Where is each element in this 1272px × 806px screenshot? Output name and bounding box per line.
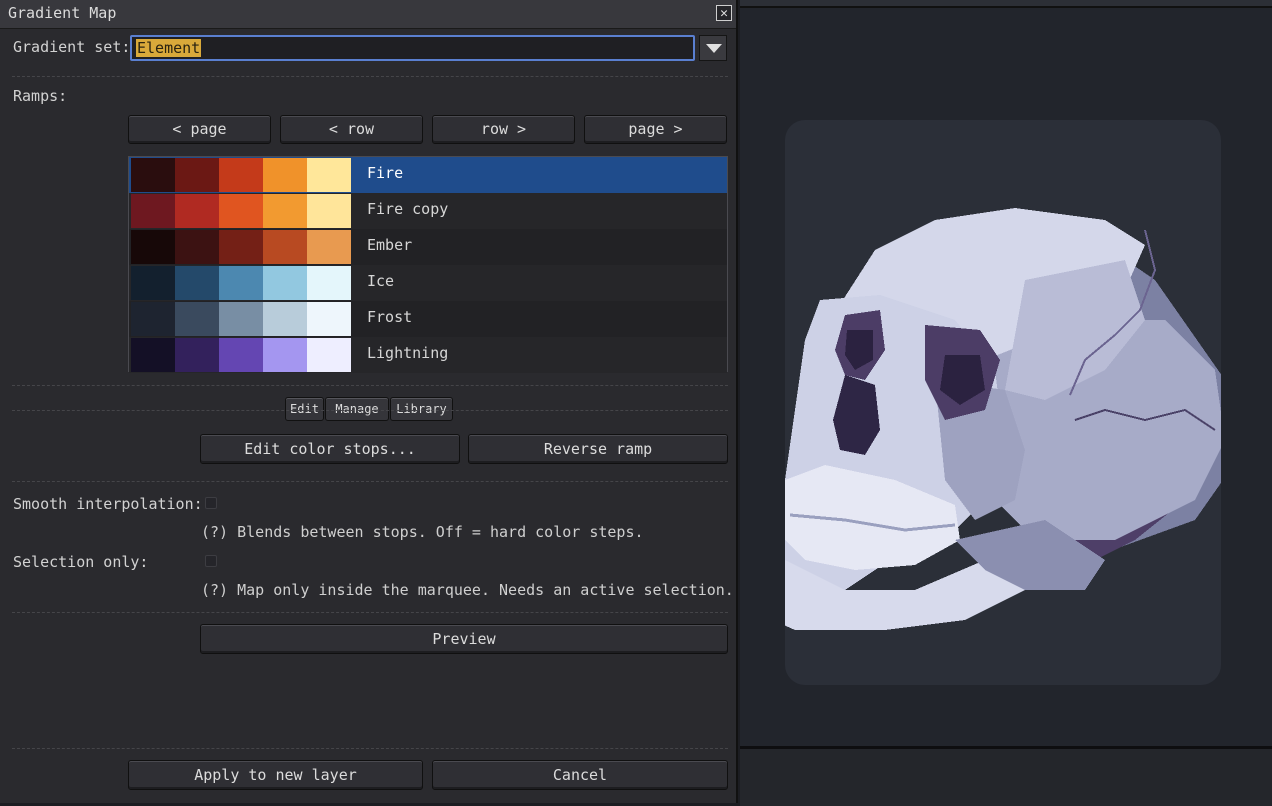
prev-page-button[interactable]: < page — [128, 115, 271, 144]
divider — [12, 76, 728, 77]
gradient-set-value: Element — [136, 39, 202, 57]
skull-artwork — [750, 208, 1225, 630]
gradient-map-dialog: Gradient Map ✕ Gradient set: Element Ram… — [0, 0, 738, 803]
dialog-title: Gradient Map — [8, 4, 117, 22]
ramp-name: Fire — [367, 164, 404, 182]
ramp-swatch — [307, 230, 351, 264]
ramp-swatch — [175, 266, 219, 300]
close-icon[interactable]: ✕ — [716, 5, 732, 21]
gradient-set-dropdown-button[interactable] — [699, 35, 727, 61]
ramp-swatch — [131, 302, 175, 336]
divider — [12, 385, 728, 386]
ramp-swatch — [307, 194, 351, 228]
cancel-button[interactable]: Cancel — [432, 760, 728, 790]
tab-edit[interactable]: Edit — [285, 397, 324, 421]
ramp-row[interactable]: Fire — [129, 157, 727, 193]
ramp-swatch — [175, 302, 219, 336]
ramp-swatch — [263, 230, 307, 264]
ramp-swatch — [175, 194, 219, 228]
ramps-list: Fire Fire copy Ember Ice Frost Lightning — [128, 156, 728, 373]
ramp-swatch — [219, 194, 263, 228]
ramp-name: Ember — [367, 236, 413, 254]
selection-only-help: (?) Map only inside the marquee. Needs a… — [201, 581, 734, 599]
ramp-swatch — [219, 158, 263, 192]
canvas-top-edge — [740, 0, 1272, 8]
artwork-frame — [750, 120, 1225, 685]
ramp-name: Frost — [367, 308, 413, 326]
ramp-swatch — [219, 230, 263, 264]
next-row-button[interactable]: row > — [432, 115, 575, 144]
ramp-swatch — [307, 266, 351, 300]
ramp-row[interactable]: Fire copy — [129, 193, 727, 229]
ramp-swatch — [219, 266, 263, 300]
prev-row-button[interactable]: < row — [280, 115, 423, 144]
gradient-set-input[interactable]: Element — [130, 35, 695, 61]
ramp-row[interactable]: Ember — [129, 229, 727, 265]
ramp-name: Fire copy — [367, 200, 449, 218]
ramp-swatch — [307, 302, 351, 336]
selection-only-label: Selection only: — [13, 553, 149, 571]
ramp-name: Lightning — [367, 344, 449, 362]
ramp-row[interactable]: Ice — [129, 265, 727, 301]
divider — [12, 410, 728, 411]
dialog-titlebar[interactable]: Gradient Map ✕ — [0, 0, 736, 29]
preview-button[interactable]: Preview — [200, 624, 728, 654]
ramp-swatch — [131, 338, 175, 372]
divider — [12, 481, 728, 482]
ramp-row[interactable]: Lightning — [129, 337, 727, 373]
ramp-name: Ice — [367, 272, 395, 290]
chevron-down-icon — [706, 44, 722, 53]
smooth-interpolation-checkbox[interactable] — [205, 497, 217, 509]
next-page-button[interactable]: page > — [584, 115, 727, 144]
ramp-swatch — [175, 230, 219, 264]
ramp-swatch — [263, 266, 307, 300]
gradient-set-label: Gradient set: — [13, 38, 131, 56]
ramp-swatch — [131, 230, 175, 264]
reverse-ramp-button[interactable]: Reverse ramp — [468, 434, 728, 464]
selection-only-checkbox[interactable] — [205, 555, 217, 567]
ramps-label: Ramps: — [13, 87, 68, 105]
ramp-row[interactable]: Frost — [129, 301, 727, 337]
edit-color-stops-button[interactable]: Edit color stops... — [200, 434, 460, 464]
ramp-swatch — [131, 158, 175, 192]
ramp-swatch — [219, 302, 263, 336]
ramp-swatch — [131, 266, 175, 300]
ramp-swatch — [175, 338, 219, 372]
ramp-swatch — [175, 158, 219, 192]
ramp-swatch — [307, 338, 351, 372]
ramp-swatch — [131, 194, 175, 228]
ramp-swatch — [263, 158, 307, 192]
apply-to-new-layer-button[interactable]: Apply to new layer — [128, 760, 423, 790]
divider — [12, 748, 728, 749]
smooth-interpolation-label: Smooth interpolation: — [13, 495, 203, 513]
ramp-swatch — [263, 302, 307, 336]
ramp-swatch — [263, 338, 307, 372]
canvas-status-bar — [740, 746, 1272, 806]
ramp-swatch — [307, 158, 351, 192]
tab-library[interactable]: Library — [390, 397, 453, 421]
ramp-swatch — [219, 338, 263, 372]
tab-manage[interactable]: Manage — [325, 397, 389, 421]
ramp-swatch — [263, 194, 307, 228]
divider — [12, 612, 728, 613]
smooth-interpolation-help: (?) Blends between stops. Off = hard col… — [201, 523, 644, 541]
